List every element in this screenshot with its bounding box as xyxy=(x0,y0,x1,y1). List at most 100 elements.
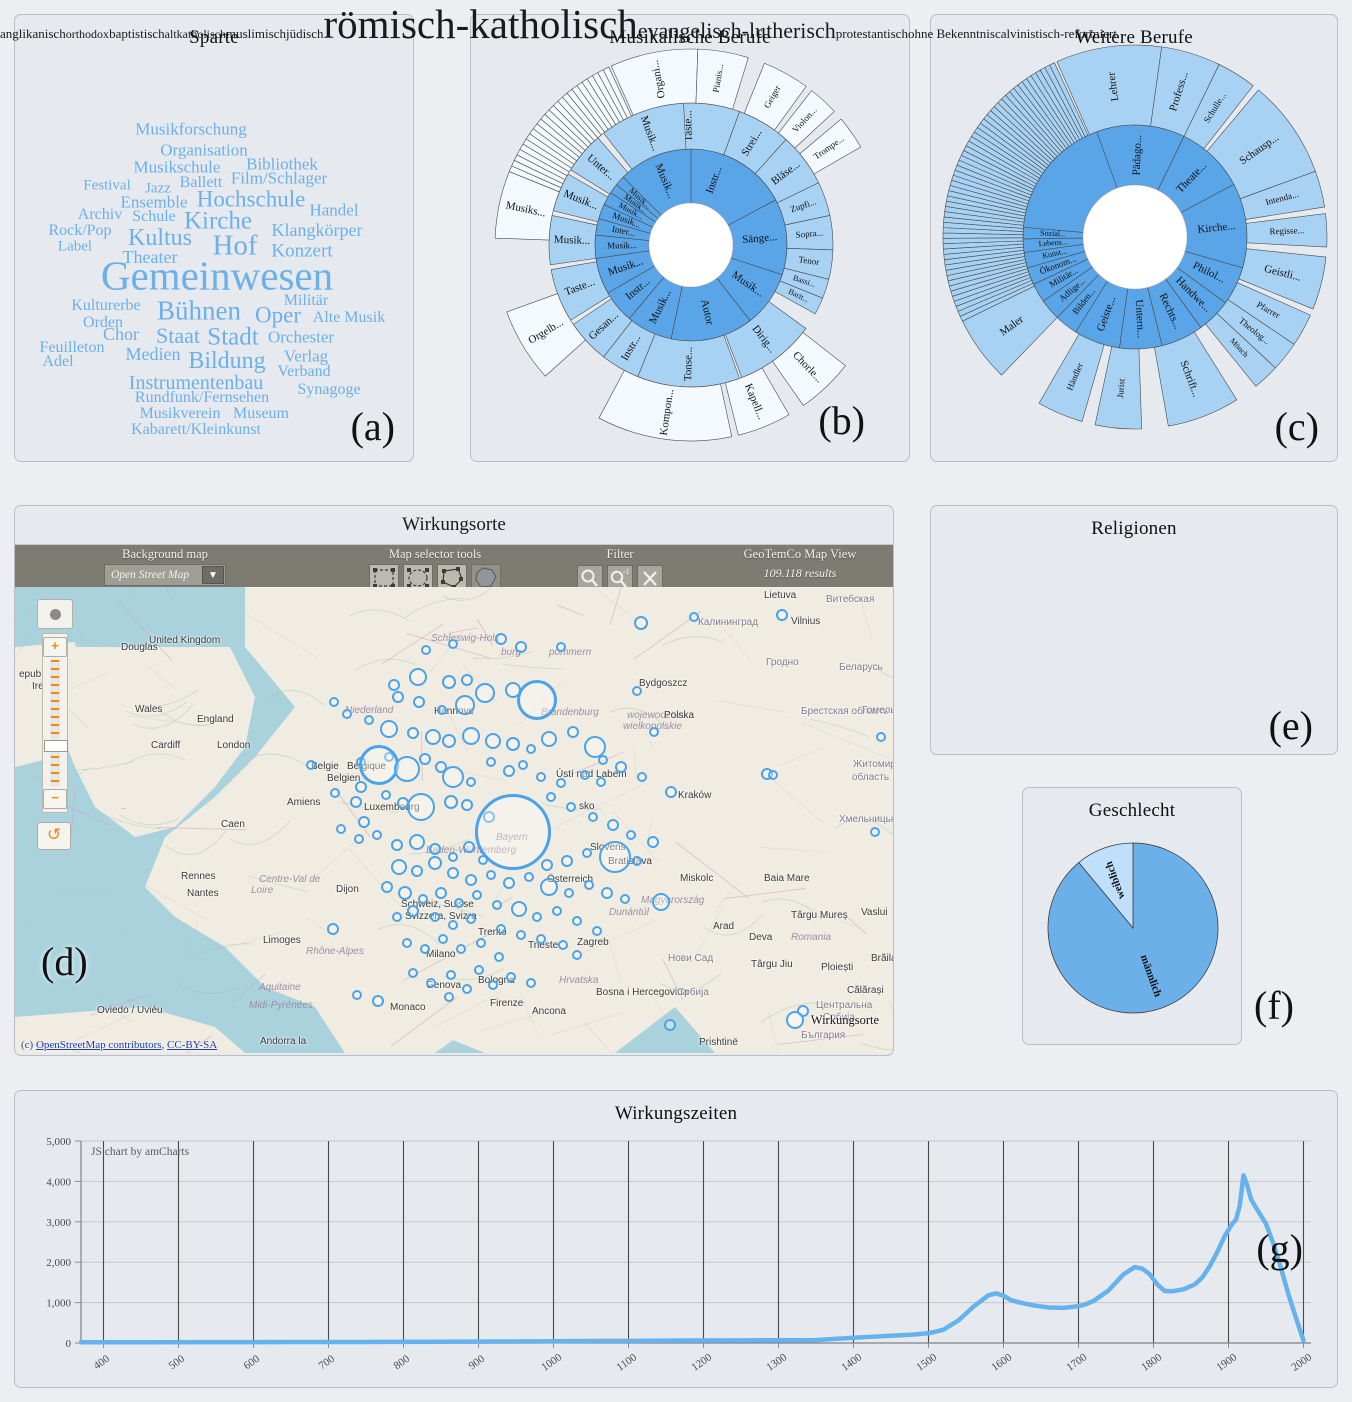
cloud-word[interactable]: Militär xyxy=(284,293,328,309)
sunburst-center-hole[interactable] xyxy=(648,202,734,288)
cloud-word[interactable]: Festival xyxy=(83,178,131,194)
cloud-word[interactable]: Bühnen xyxy=(157,297,241,325)
map-point[interactable] xyxy=(430,912,440,922)
map-point[interactable] xyxy=(381,881,393,893)
cloud-word[interactable]: Alte Musik xyxy=(313,310,385,326)
map-point[interactable] xyxy=(394,756,420,782)
map-point[interactable] xyxy=(511,901,527,917)
map-point[interactable] xyxy=(330,788,340,798)
map-point[interactable] xyxy=(448,639,458,649)
cloud-word[interactable]: Archiv xyxy=(78,207,122,223)
map-point[interactable] xyxy=(516,930,526,940)
cloud-word[interactable]: altkatholisch xyxy=(165,27,226,41)
cloud-word[interactable]: Synagoge xyxy=(297,382,360,398)
map-point[interactable] xyxy=(561,855,573,867)
map-point[interactable] xyxy=(564,888,574,898)
map-point[interactable] xyxy=(541,859,553,871)
map-point[interactable] xyxy=(598,755,608,765)
map-canvas[interactable]: United KingdomDouglasepubIrelaWalesEngla… xyxy=(15,587,893,1053)
map-point[interactable] xyxy=(474,965,484,975)
map-point[interactable] xyxy=(398,886,412,900)
map-point[interactable] xyxy=(870,827,880,837)
pan-icon[interactable] xyxy=(37,599,73,629)
time-series-line[interactable] xyxy=(78,1173,1306,1345)
map-point[interactable] xyxy=(665,786,677,798)
map-point[interactable] xyxy=(632,686,642,696)
geschlecht-pie-chart[interactable]: männlich weiblich xyxy=(1033,823,1233,1043)
cloud-word[interactable]: Orchester xyxy=(268,329,334,346)
cloud-word[interactable]: Bildung xyxy=(188,349,265,373)
map-point[interactable] xyxy=(526,978,536,988)
zoom-out-button[interactable]: − xyxy=(43,789,67,809)
map-point[interactable] xyxy=(461,799,473,811)
map-point[interactable] xyxy=(532,912,542,922)
map-point[interactable] xyxy=(517,680,557,720)
zoom-slider[interactable]: + − xyxy=(42,633,68,813)
cloud-word[interactable]: Museum xyxy=(233,406,289,422)
sunburst-weitere-berufe[interactable]: Pädago... Theate... Kirche... Philol... Hand… xyxy=(941,43,1329,431)
cloud-word[interactable]: römisch-katholisch xyxy=(324,1,638,47)
map-point[interactable] xyxy=(876,732,886,742)
map-point[interactable] xyxy=(327,923,339,935)
cloud-word[interactable]: jüdisch xyxy=(286,26,324,41)
map-point[interactable] xyxy=(596,777,606,787)
cloud-word[interactable]: Handel xyxy=(309,202,358,219)
map-point[interactable] xyxy=(420,944,430,954)
map-point[interactable] xyxy=(506,737,520,751)
map-point[interactable] xyxy=(329,697,339,707)
map-point[interactable] xyxy=(664,1019,676,1031)
cloud-word[interactable]: Musikverein xyxy=(140,406,221,422)
map-point[interactable] xyxy=(588,812,598,822)
map-point[interactable] xyxy=(407,793,435,821)
map-point[interactable] xyxy=(494,952,504,962)
cloud-word[interactable]: Musikschule xyxy=(134,159,221,176)
map-point[interactable] xyxy=(506,972,516,982)
map-point[interactable] xyxy=(421,645,431,655)
map-point[interactable] xyxy=(486,870,496,880)
map-zoom-control[interactable]: + − ↺ xyxy=(37,599,73,850)
cloud-word[interactable]: Adel xyxy=(42,354,73,370)
map-point[interactable] xyxy=(556,642,566,652)
map-point[interactable] xyxy=(446,970,456,980)
map-point[interactable] xyxy=(503,877,515,889)
map-point[interactable] xyxy=(776,609,788,621)
map-point[interactable] xyxy=(391,839,403,851)
map-point[interactable] xyxy=(626,830,636,840)
map-point[interactable] xyxy=(444,795,458,809)
map-point[interactable] xyxy=(524,872,534,882)
wirkungszeiten-line-chart[interactable]: 0 1,000 2,000 3,000 4,000 5,000 400 500 600 700 80… xyxy=(15,1121,1337,1387)
sparte-word-cloud[interactable]: Musikforschung Organisation Musikschule Bib… xyxy=(15,49,413,461)
cloud-word[interactable]: Organisation xyxy=(160,142,248,159)
map-point[interactable] xyxy=(462,984,472,994)
map-point[interactable] xyxy=(607,819,619,831)
map-point[interactable] xyxy=(419,753,431,765)
map-point[interactable] xyxy=(485,733,501,749)
map-point[interactable] xyxy=(456,944,466,954)
cloud-word[interactable]: calvinistisch-reformiert xyxy=(995,26,1117,41)
map-point[interactable] xyxy=(411,865,423,877)
map-point[interactable] xyxy=(435,887,447,899)
cloud-word[interactable]: Klangkörper xyxy=(272,221,363,239)
map-point[interactable] xyxy=(486,757,496,767)
map-point[interactable] xyxy=(465,874,477,886)
map-point[interactable] xyxy=(518,760,528,770)
cloud-word[interactable]: anglikanisch xyxy=(0,26,66,41)
map-point[interactable] xyxy=(409,668,427,686)
cloud-word[interactable]: muslimisch xyxy=(226,26,286,41)
map-point[interactable] xyxy=(503,765,515,777)
map-point[interactable] xyxy=(447,867,459,879)
map-point[interactable] xyxy=(442,675,456,689)
cloud-word[interactable]: Musikforschung xyxy=(135,121,246,138)
map-point[interactable] xyxy=(536,772,546,782)
map-point[interactable] xyxy=(407,905,419,917)
map-point[interactable] xyxy=(418,894,428,904)
map-point[interactable] xyxy=(768,770,778,780)
map-point[interactable] xyxy=(541,731,557,747)
map-point[interactable] xyxy=(488,980,498,990)
map-point[interactable] xyxy=(392,912,402,922)
map-point[interactable] xyxy=(364,715,374,725)
map-point[interactable] xyxy=(566,802,576,812)
map-point[interactable] xyxy=(391,859,407,875)
map-point[interactable] xyxy=(515,641,527,653)
reset-view-icon[interactable]: ↺ xyxy=(37,822,71,850)
